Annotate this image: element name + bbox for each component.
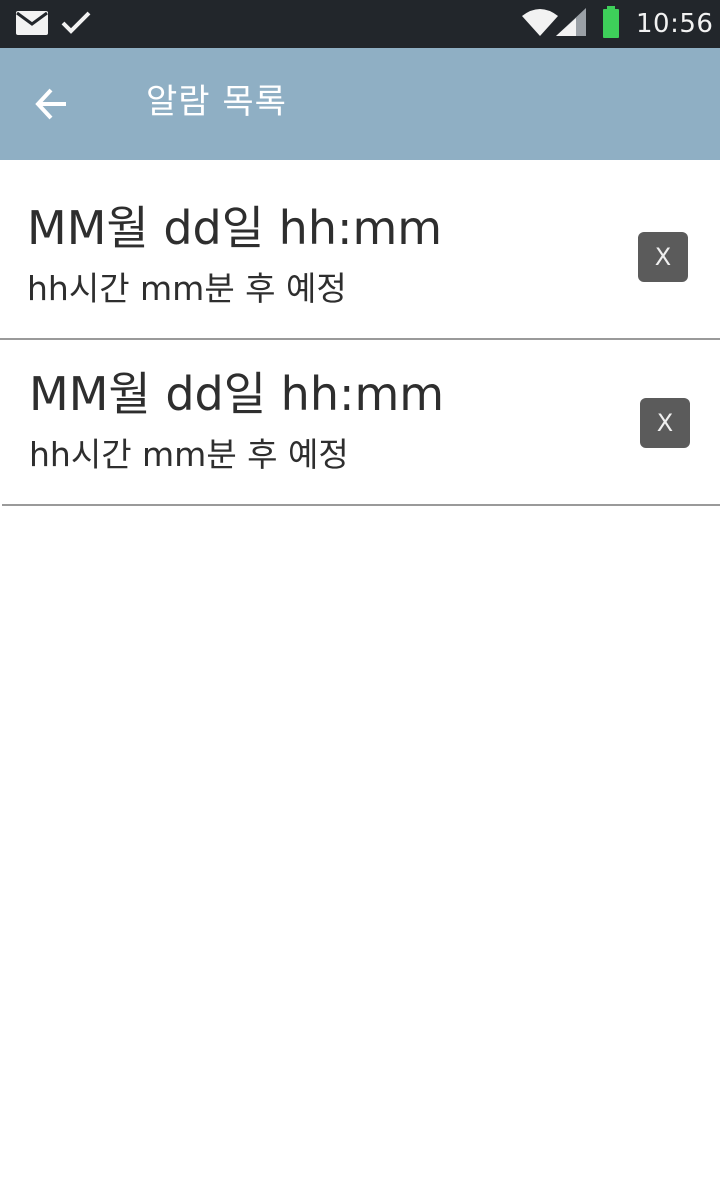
delete-alarm-button[interactable]: X [640,398,690,448]
alarm-datetime: MM월 dd일 hh:mm [27,201,443,255]
mail-icon [16,11,48,35]
page-title: 알람 목록 [146,82,287,122]
app-bar: 알람 목록 [0,48,720,160]
check-icon [61,11,91,34]
cellular-signal-icon [556,8,586,36]
alarm-remaining-time: hh시간 mm분 후 예정 [27,269,347,308]
alarm-list-item[interactable]: MM월 dd일 hh:mm hh시간 mm분 후 예정 X [0,160,720,340]
status-time: 10:56 [636,9,714,39]
alarm-datetime: MM월 dd일 hh:mm [29,367,445,421]
alarm-list: MM월 dd일 hh:mm hh시간 mm분 후 예정 X MM월 dd일 hh… [0,160,720,506]
alarm-remaining-time: hh시간 mm분 후 예정 [29,435,349,474]
alarm-list-item[interactable]: MM월 dd일 hh:mm hh시간 mm분 후 예정 X [2,340,720,506]
status-bar: 10:56 [0,0,720,48]
battery-icon [603,6,619,38]
back-arrow-icon [35,88,66,120]
delete-alarm-button[interactable]: X [638,232,688,282]
back-button[interactable] [24,76,80,132]
